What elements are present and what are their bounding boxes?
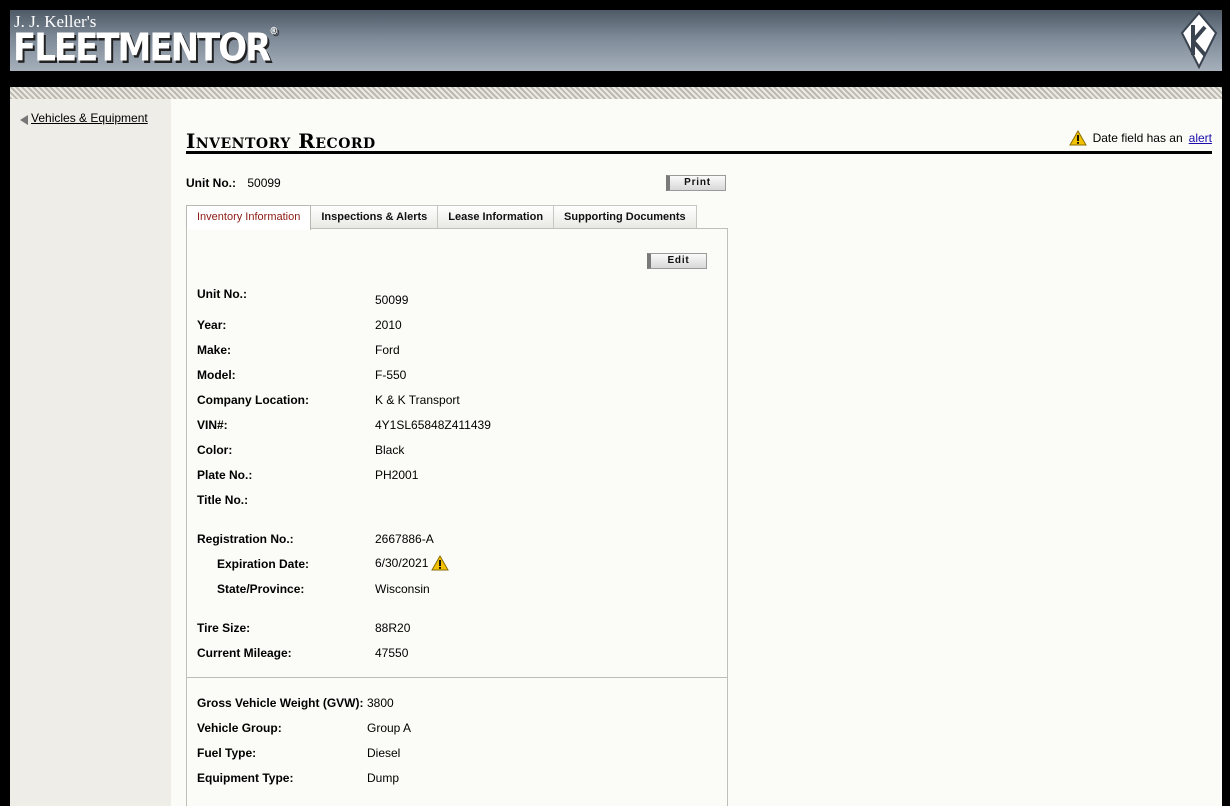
brand-logo-text: FLEETMENTOR® <box>13 26 278 71</box>
section-divider <box>187 677 727 678</box>
field-value: Diesel <box>367 746 401 760</box>
field-value: 88R20 <box>375 621 411 635</box>
field-label: State/Province: <box>217 582 305 596</box>
field-value: 3800 <box>367 696 394 710</box>
sidebar: Vehicles & Equipment <box>10 99 171 806</box>
content-area: Vehicles & Equipment Inventory Record Da… <box>10 87 1222 806</box>
brand-name: FLEETMENTOR <box>13 26 271 71</box>
title-divider <box>186 151 1212 154</box>
alert-notice: Date field has an alert <box>1068 130 1212 146</box>
field-label: Expiration Date: <box>217 557 310 571</box>
field-label: Title No.: <box>197 493 249 507</box>
tab-supporting-documents[interactable]: Supporting Documents <box>553 205 697 229</box>
field-label: Plate No.: <box>197 468 253 482</box>
field-label: Registration No.: <box>197 532 294 546</box>
header-stripe <box>10 87 1222 99</box>
field-label: Model: <box>197 368 236 382</box>
field-value: 2010 <box>375 318 402 332</box>
field-label: VIN#: <box>197 418 228 432</box>
back-link-vehicles[interactable]: Vehicles & Equipment <box>20 111 148 125</box>
expiration-date-value: 6/30/2021 <box>375 556 429 570</box>
tab-lease-information[interactable]: Lease Information <box>437 205 555 229</box>
field-value: Group A <box>367 721 412 735</box>
tab-inventory-information[interactable]: Inventory Information <box>186 205 312 230</box>
field-value: 2667886-A <box>375 532 434 546</box>
field-label: Company Location: <box>197 393 310 407</box>
field-label: Equipment Type: <box>197 771 294 785</box>
unit-no-value: 50099 <box>247 176 281 190</box>
vehicles-equipment-link[interactable]: Vehicles & Equipment <box>31 111 148 125</box>
unit-no-label: Unit No.: <box>186 176 236 190</box>
unit-summary: Unit No.: 50099 <box>186 176 281 190</box>
field-label: Tire Size: <box>197 621 251 635</box>
inventory-panel: Edit Unit No.: 50099 Year: 2010 Make: Fo… <box>186 228 728 806</box>
page-title: Inventory Record <box>186 129 376 153</box>
field-value: PH2001 <box>375 468 419 482</box>
back-arrow-icon <box>20 115 28 125</box>
field-label: Year: <box>197 318 227 332</box>
field-label: Fuel Type: <box>197 746 257 760</box>
field-label: Current Mileage: <box>197 646 292 660</box>
keller-logo-icon <box>1180 11 1218 69</box>
field-value: Wisconsin <box>375 582 430 596</box>
warning-icon <box>431 555 450 571</box>
brand-registered-mark: ® <box>269 26 279 38</box>
field-value: F-550 <box>375 368 407 382</box>
tab-bar: Inventory Information Inspections & Aler… <box>186 205 697 230</box>
field-value: Black <box>375 443 405 457</box>
field-value: 47550 <box>375 646 409 660</box>
field-label: Gross Vehicle Weight (GVW): <box>197 696 364 710</box>
alert-notice-text: Date field has an <box>1092 131 1183 145</box>
print-button[interactable]: Print <box>666 175 726 191</box>
edit-button[interactable]: Edit <box>647 253 707 269</box>
tab-inspections-alerts[interactable]: Inspections & Alerts <box>310 205 439 229</box>
main-panel: Inventory Record Date field has an alert… <box>171 99 1222 806</box>
field-value: 50099 <box>375 293 409 307</box>
field-value: Dump <box>367 771 400 785</box>
app-header: J. J. Keller's FLEETMENTOR® <box>10 10 1222 71</box>
field-label: Unit No.: <box>197 287 247 301</box>
field-label: Vehicle Group: <box>197 721 282 735</box>
field-value: K & K Transport <box>375 393 460 407</box>
field-label: Make: <box>197 343 232 357</box>
warning-icon <box>1068 130 1087 146</box>
field-value-with-alert: 6/30/2021 <box>375 555 450 571</box>
field-label: Color: <box>197 443 233 457</box>
field-value: 4Y1SL65848Z411439 <box>375 418 491 432</box>
field-value: Ford <box>375 343 400 357</box>
alert-link[interactable]: alert <box>1189 131 1212 145</box>
